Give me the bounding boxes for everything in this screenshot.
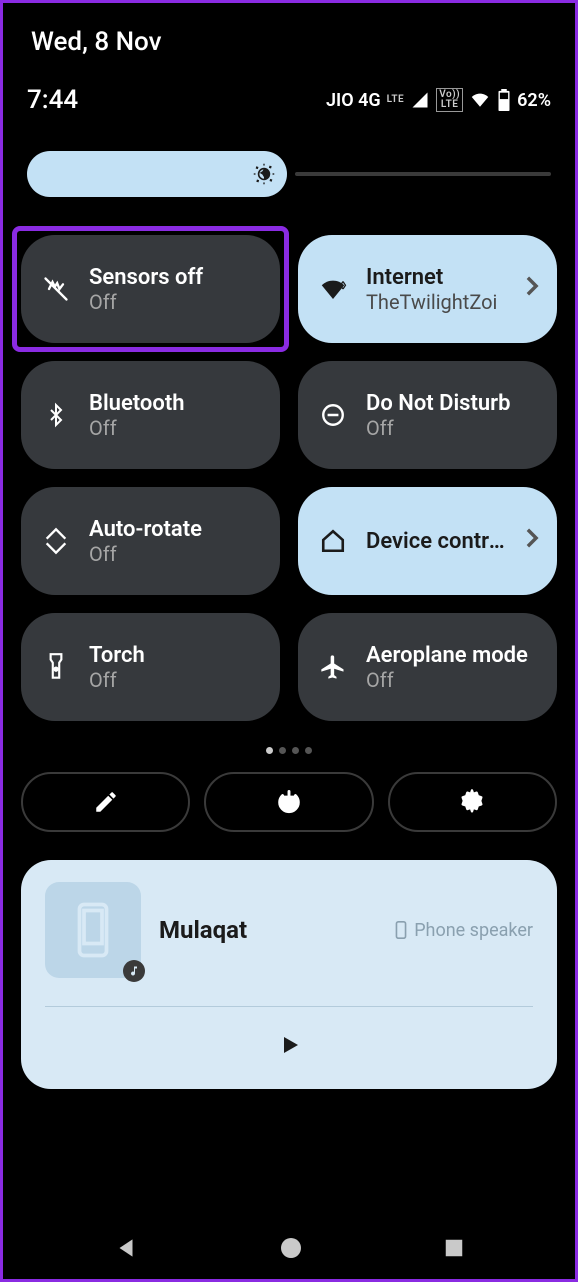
- signal-icon: [410, 91, 430, 109]
- battery-icon: [497, 89, 511, 111]
- page-dot: [292, 747, 299, 754]
- tile-title: Device controls: [366, 529, 509, 554]
- play-icon: [277, 1032, 301, 1058]
- gear-icon: [458, 788, 486, 816]
- dnd-icon: [316, 402, 350, 428]
- wifi-status-icon: [469, 91, 491, 109]
- status-bar: 7:44 JIO 4G LTE Vo)) LTE 62%: [3, 67, 575, 121]
- speaker-device-icon: [394, 920, 408, 940]
- media-artwork: [45, 882, 141, 978]
- tile-device-controls[interactable]: Device controls: [298, 487, 557, 595]
- tile-title: Torch: [89, 643, 262, 668]
- bluetooth-icon: [39, 401, 73, 429]
- page-indicator: [3, 721, 575, 764]
- tile-sub: Off: [89, 416, 262, 440]
- media-title: Mulaqat: [159, 916, 376, 944]
- tile-sub: Off: [366, 668, 539, 692]
- media-output-label: Phone speaker: [414, 920, 533, 941]
- nav-back-button[interactable]: [113, 1235, 139, 1265]
- tile-bluetooth[interactable]: Bluetooth Off: [21, 361, 280, 469]
- media-player-card[interactable]: Mulaqat Phone speaker: [21, 860, 557, 1089]
- date-label: Wed, 8 Nov: [3, 3, 575, 67]
- chevron-right-icon[interactable]: [525, 527, 539, 555]
- tile-sub: Off: [89, 290, 262, 314]
- tile-sub: Off: [89, 542, 262, 566]
- page-dot: [305, 747, 312, 754]
- tile-title: Internet: [366, 265, 509, 290]
- tile-title: Bluetooth: [89, 391, 262, 416]
- tile-sub: TheTwilightZoi: [366, 290, 509, 314]
- settings-button[interactable]: [388, 772, 557, 832]
- carrier-label: JIO 4G: [326, 90, 381, 111]
- tile-title: Aeroplane mode: [366, 643, 539, 668]
- lte-badge: LTE: [387, 95, 405, 105]
- brightness-icon: [251, 161, 277, 187]
- qs-footer-controls: [3, 764, 575, 840]
- tile-title: Do Not Disturb: [366, 391, 539, 416]
- home-nav-icon: [279, 1236, 303, 1260]
- tile-sensors-off[interactable]: Sensors off Off: [21, 235, 280, 343]
- tile-torch[interactable]: Torch Off: [21, 613, 280, 721]
- system-navbar: [3, 1235, 575, 1265]
- tile-sub: Off: [366, 416, 539, 440]
- torch-icon: [39, 652, 73, 682]
- music-badge-icon: [123, 960, 145, 982]
- sensors-off-icon: [39, 275, 73, 303]
- tile-sub: Off: [89, 668, 262, 692]
- tile-dnd[interactable]: Do Not Disturb Off: [298, 361, 557, 469]
- brightness-slider[interactable]: [3, 121, 575, 207]
- power-button[interactable]: [204, 772, 373, 832]
- highlight-box: Sensors off Off: [12, 226, 289, 352]
- tile-title: Sensors off: [89, 265, 262, 290]
- home-icon: [316, 528, 350, 554]
- tile-aeroplane[interactable]: Aeroplane mode Off: [298, 613, 557, 721]
- recents-icon: [443, 1237, 465, 1259]
- media-output[interactable]: Phone speaker: [394, 920, 533, 941]
- nav-home-button[interactable]: [279, 1236, 303, 1264]
- clock: 7:44: [27, 85, 78, 115]
- brightness-fill[interactable]: [27, 151, 287, 197]
- phone-icon: [73, 900, 113, 960]
- chevron-right-icon[interactable]: [525, 275, 539, 303]
- status-icons: JIO 4G LTE Vo)) LTE 62%: [326, 88, 551, 112]
- airplane-icon: [316, 653, 350, 681]
- media-play-button[interactable]: [45, 1015, 533, 1075]
- brightness-track[interactable]: [295, 172, 551, 176]
- edit-icon: [93, 789, 119, 815]
- wifi-icon: [316, 274, 350, 304]
- nav-recents-button[interactable]: [443, 1237, 465, 1263]
- page-dot: [279, 747, 286, 754]
- divider: [45, 1006, 533, 1007]
- tile-auto-rotate[interactable]: Auto-rotate Off: [21, 487, 280, 595]
- auto-rotate-icon: [39, 527, 73, 555]
- volte-badge: Vo)) LTE: [436, 88, 463, 112]
- quick-settings-grid: Sensors off Off Internet TheTwilightZoi: [3, 207, 575, 721]
- tile-title: Auto-rotate: [89, 517, 262, 542]
- edit-button[interactable]: [21, 772, 190, 832]
- power-icon: [275, 788, 303, 816]
- back-icon: [113, 1235, 139, 1261]
- tile-internet[interactable]: Internet TheTwilightZoi: [298, 235, 557, 343]
- battery-pct: 62%: [517, 90, 551, 111]
- page-dot: [266, 747, 273, 754]
